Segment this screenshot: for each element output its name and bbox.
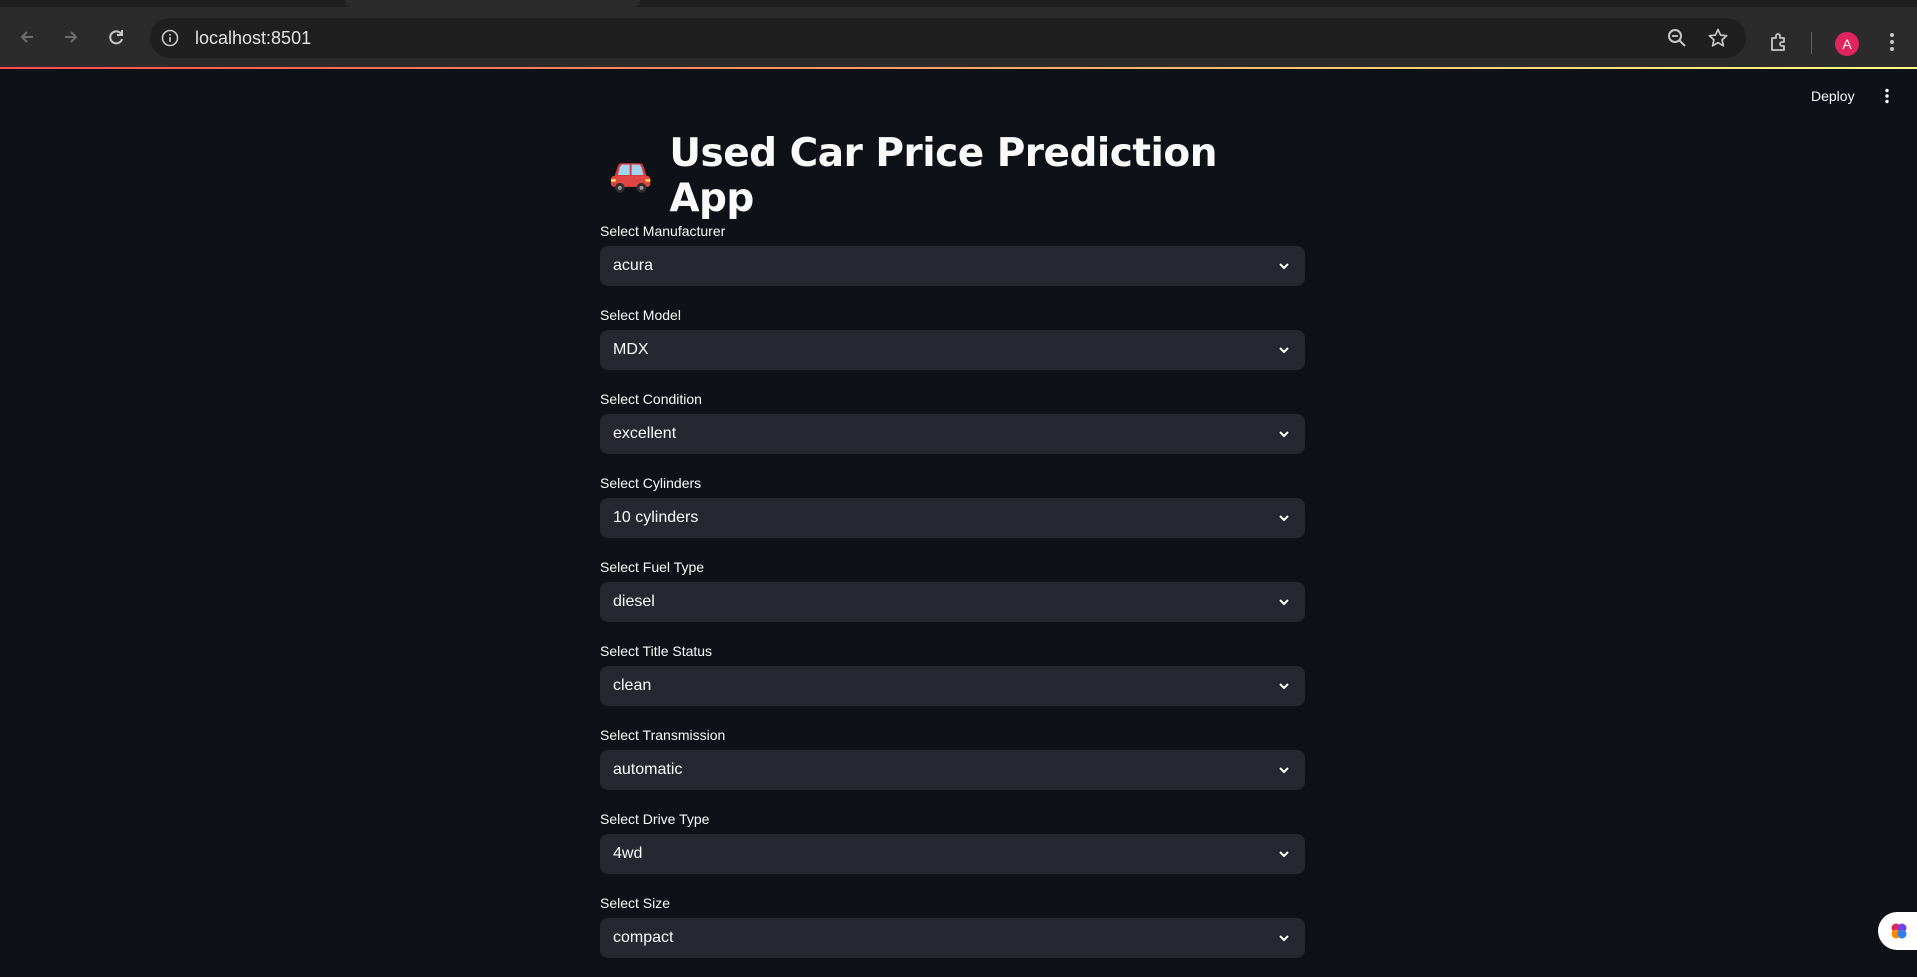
- address-bar[interactable]: localhost:8501: [150, 18, 1746, 58]
- form-fields: Select Manufacturer acura Select Model M…: [600, 220, 1305, 976]
- tab-strip: [0, 0, 1917, 7]
- field-cylinders: Select Cylinders 10 cylinders: [600, 472, 1305, 556]
- profile-avatar[interactable]: A: [1835, 32, 1859, 56]
- select-value: excellent: [613, 425, 677, 442]
- app-title: Used Car Price Prediction App: [669, 131, 1217, 221]
- drive-type-select[interactable]: 4wd: [600, 834, 1305, 874]
- chevron-down-icon: [1279, 851, 1289, 858]
- toolbar-divider: [1811, 32, 1812, 54]
- select-value: MDX: [613, 341, 649, 358]
- chevron-down-icon: [1279, 263, 1289, 270]
- field-fuel-type: Select Fuel Type diesel: [600, 556, 1305, 640]
- chevron-down-icon: [1279, 515, 1289, 522]
- select-value: 10 cylinders: [613, 509, 699, 526]
- fuel-type-select[interactable]: diesel: [600, 582, 1305, 622]
- site-info-icon[interactable]: [160, 28, 180, 48]
- header-decoration-bar: [0, 67, 1917, 69]
- browser-toolbar: localhost:8501 A: [0, 7, 1917, 67]
- reload-icon: [109, 30, 123, 45]
- chevron-down-icon: [1279, 935, 1289, 942]
- page-title: Used Car Price Prediction App: [608, 131, 1305, 221]
- browser-tab[interactable]: [345, 0, 640, 7]
- field-size: Select Size compact: [600, 892, 1305, 976]
- back-button[interactable]: [12, 22, 42, 52]
- transmission-select[interactable]: automatic: [600, 750, 1305, 790]
- field-label: Select Cylinders: [600, 475, 702, 491]
- title-status-select[interactable]: clean: [600, 666, 1305, 706]
- kebab-menu-icon[interactable]: [1877, 86, 1897, 106]
- field-label: Select Size: [600, 895, 671, 911]
- car-icon: [610, 163, 651, 193]
- field-label: Select Drive Type: [600, 811, 710, 827]
- forward-arrow-icon: [65, 31, 78, 43]
- field-label: Select Manufacturer: [600, 223, 726, 239]
- zoom-icon[interactable]: [1666, 27, 1688, 49]
- field-model: Select Model MDX: [600, 304, 1305, 388]
- field-title-status: Select Title Status clean: [600, 640, 1305, 724]
- select-value: clean: [613, 677, 652, 694]
- manufacturer-select[interactable]: acura: [600, 246, 1305, 286]
- chevron-down-icon: [1279, 683, 1289, 690]
- chevron-down-icon: [1279, 599, 1289, 606]
- url-text[interactable]: localhost:8501: [195, 28, 311, 48]
- deploy-button[interactable]: Deploy: [1811, 86, 1855, 106]
- model-select[interactable]: MDX: [600, 330, 1305, 370]
- extensions-icon[interactable]: [1767, 30, 1791, 54]
- back-arrow-icon: [20, 31, 33, 43]
- forward-button[interactable]: [56, 22, 86, 52]
- field-label: Select Model: [600, 307, 681, 323]
- chevron-down-icon: [1279, 431, 1289, 438]
- floating-assistant-button[interactable]: [1878, 912, 1917, 950]
- size-select[interactable]: compact: [600, 918, 1305, 958]
- field-transmission: Select Transmission automatic: [600, 724, 1305, 808]
- chevron-down-icon: [1279, 767, 1289, 774]
- field-label: Select Fuel Type: [600, 559, 705, 575]
- reload-button[interactable]: [101, 22, 131, 52]
- select-value: automatic: [613, 761, 683, 778]
- main-content: Used Car Price Prediction App Select Man…: [600, 131, 1305, 958]
- chevron-down-icon: [1279, 347, 1289, 354]
- field-manufacturer: Select Manufacturer acura: [600, 220, 1305, 304]
- field-drive-type: Select Drive Type 4wd: [600, 808, 1305, 892]
- field-label: Select Transmission: [600, 727, 726, 743]
- field-label: Select Condition: [600, 391, 702, 407]
- condition-select[interactable]: excellent: [600, 414, 1305, 454]
- select-value: diesel: [613, 593, 655, 610]
- field-label: Select Title Status: [600, 643, 713, 659]
- field-condition: Select Condition excellent: [600, 388, 1305, 472]
- brain-icon: [1891, 923, 1907, 939]
- select-value: compact: [613, 929, 674, 946]
- bookmark-star-icon[interactable]: [1707, 27, 1729, 49]
- select-value: acura: [613, 257, 654, 274]
- cylinders-select[interactable]: 10 cylinders: [600, 498, 1305, 538]
- chrome-menu-icon[interactable]: [1880, 30, 1904, 54]
- select-value: 4wd: [613, 845, 643, 862]
